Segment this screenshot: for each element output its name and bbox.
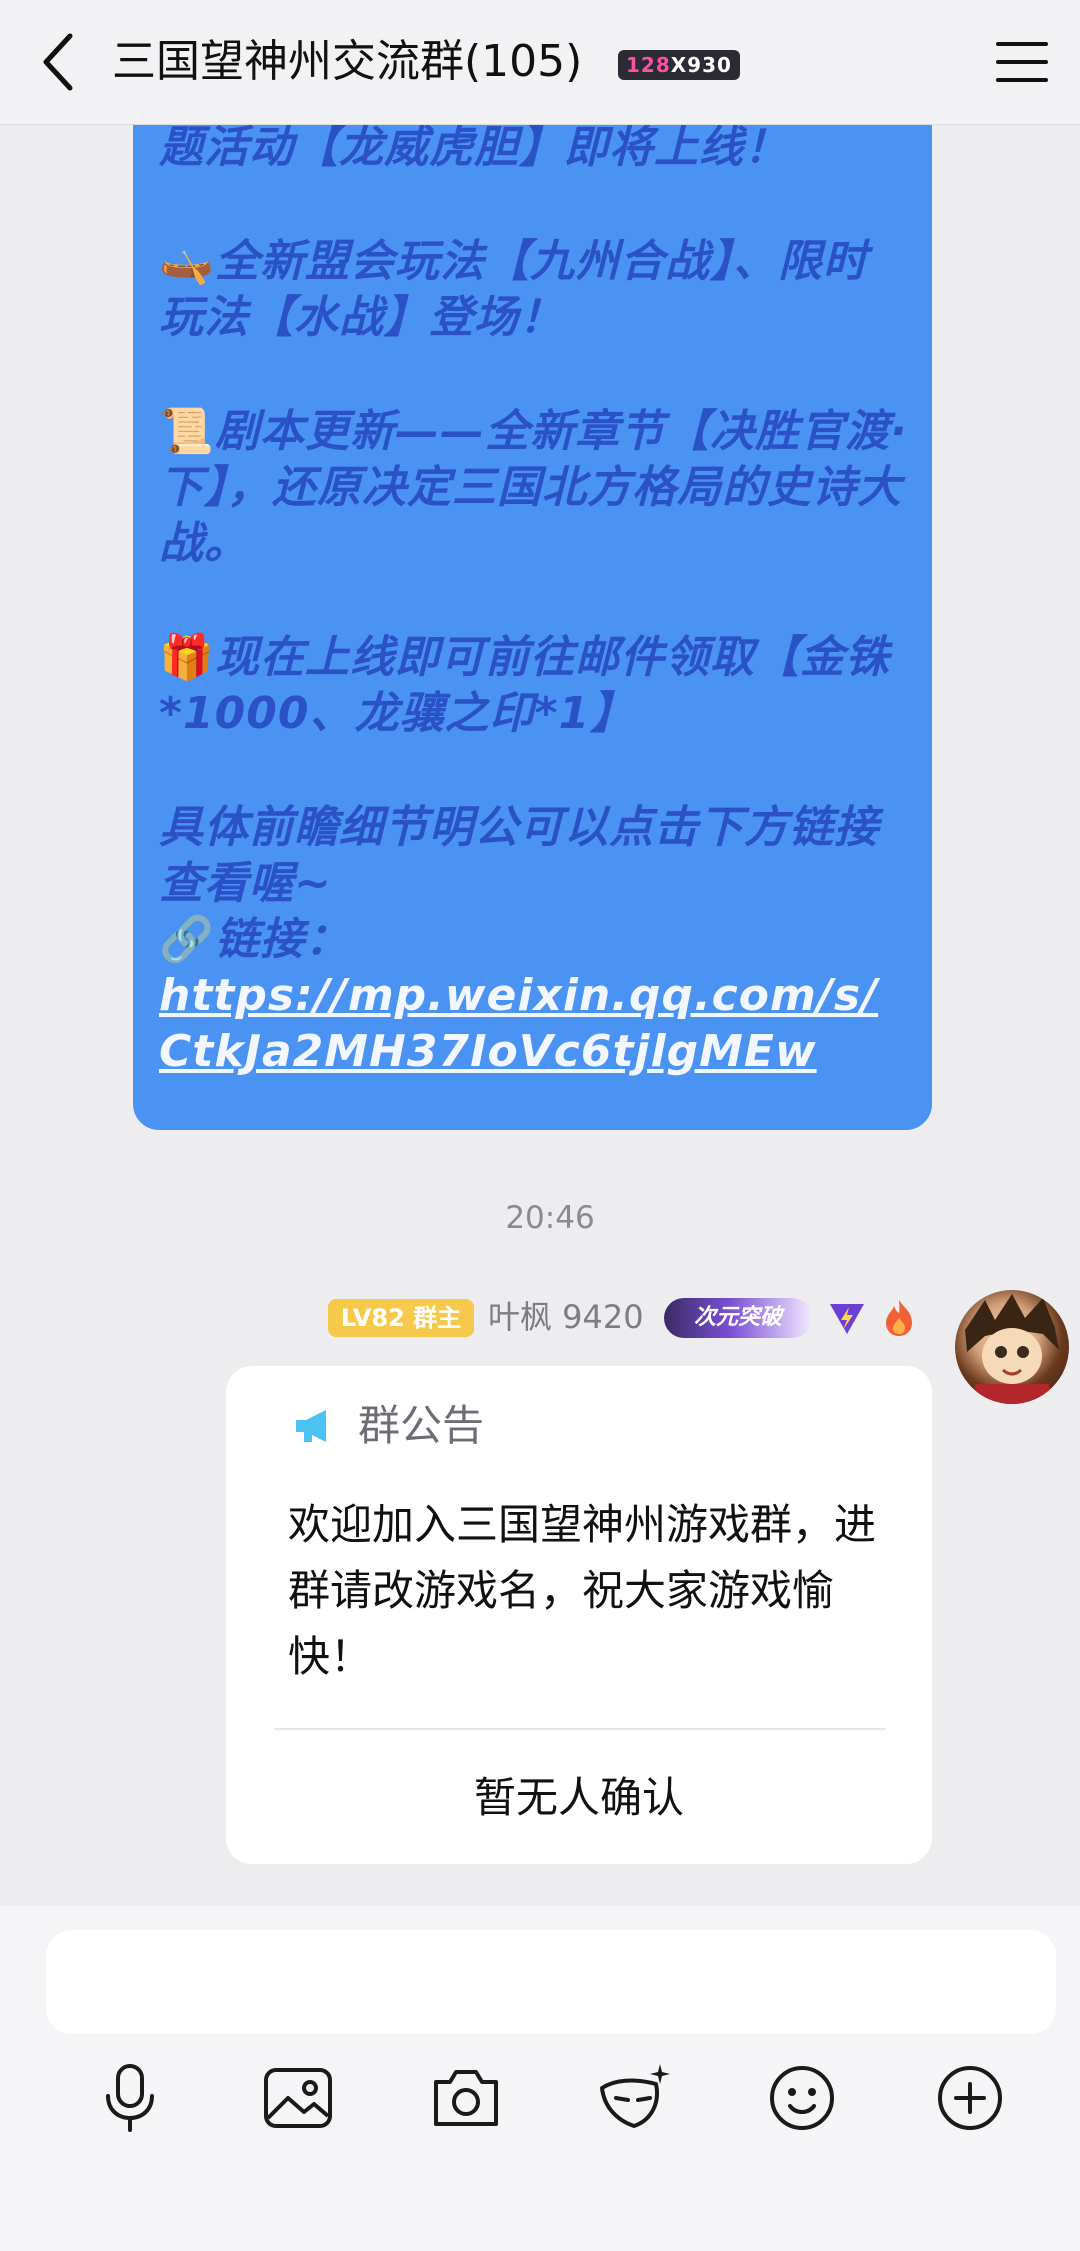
emoji-icon[interactable] [762, 2058, 842, 2138]
message-timestamp: 20:46 [505, 1200, 595, 1236]
avatar[interactable] [955, 1290, 1069, 1404]
chat-header: 三国望神州交流群(105) 128X930 [0, 0, 1080, 125]
menu-icon[interactable] [996, 38, 1048, 86]
message-line: 🔗链接： [159, 912, 908, 968]
image-icon[interactable] [258, 2058, 338, 2138]
message-line: 🎁现在上线即可前往邮件领取【金铢*1000、龙骧之印*1】 [159, 632, 890, 739]
megaphone-icon [292, 1406, 336, 1446]
back-icon[interactable] [34, 30, 90, 94]
message-line: 📜剧本更新——全新章节【决胜官渡·下】，还原决定三国北方格局的史诗大战。 [159, 406, 908, 569]
vip-icon [828, 1300, 866, 1336]
message-line: 具体前瞻细节明公可以点击下方链接查看喔~ [159, 802, 879, 909]
canoe-icon: 🛶 [159, 236, 215, 287]
input-area [0, 1906, 1080, 2251]
notice-body: 欢迎加入三国望神州游戏群，进群请改游戏名，祝大家游戏愉快！ [288, 1500, 877, 1681]
confirm-status-button[interactable]: 暂无人确认 [226, 1768, 932, 1828]
message-line: 题活动【龙威虎胆】即将上线！ [159, 122, 789, 173]
microphone-icon[interactable] [90, 2058, 170, 2138]
group-notice-card[interactable]: 群公告 欢迎加入三国望神州游戏群，进群请改游戏名，祝大家游戏愉快！ 暂无人确认 [226, 1366, 932, 1864]
plus-icon[interactable] [930, 2058, 1010, 2138]
mask-icon[interactable] [594, 2058, 674, 2138]
gift-icon: 🎁 [159, 632, 215, 683]
message-input[interactable] [46, 1930, 1056, 2034]
chat-title: 三国望神州交流群(105) [112, 36, 583, 87]
scroll-icon: 📜 [159, 406, 215, 457]
message-link-line: https://mp.weixin.qq.com/s/CtkJa2MH37IoV… [159, 968, 908, 1080]
camera-icon[interactable] [426, 2058, 506, 2138]
message-bubble[interactable]: 题活动【龙威虎胆】即将上线！ 🛶全新盟会玩法【九州合战】、限时玩法【水战】登场！… [133, 90, 932, 1130]
title-badge: 次元突破 [664, 1298, 812, 1338]
divider [274, 1728, 886, 1730]
fire-icon [882, 1298, 916, 1338]
level-badge: LV82 群主 [328, 1299, 474, 1337]
group-level-badge: 128X930 [618, 50, 740, 80]
message-link[interactable]: https://mp.weixin.qq.com/s/CtkJa2MH37IoV… [159, 970, 878, 1077]
notice-title: 群公告 [358, 1401, 485, 1450]
message-line: 🛶全新盟会玩法【九州合战】、限时玩法【水战】登场！ [159, 236, 868, 343]
link-icon: 🔗 [159, 914, 215, 965]
sender-name[interactable]: 叶枫 9420 [488, 1296, 644, 1338]
